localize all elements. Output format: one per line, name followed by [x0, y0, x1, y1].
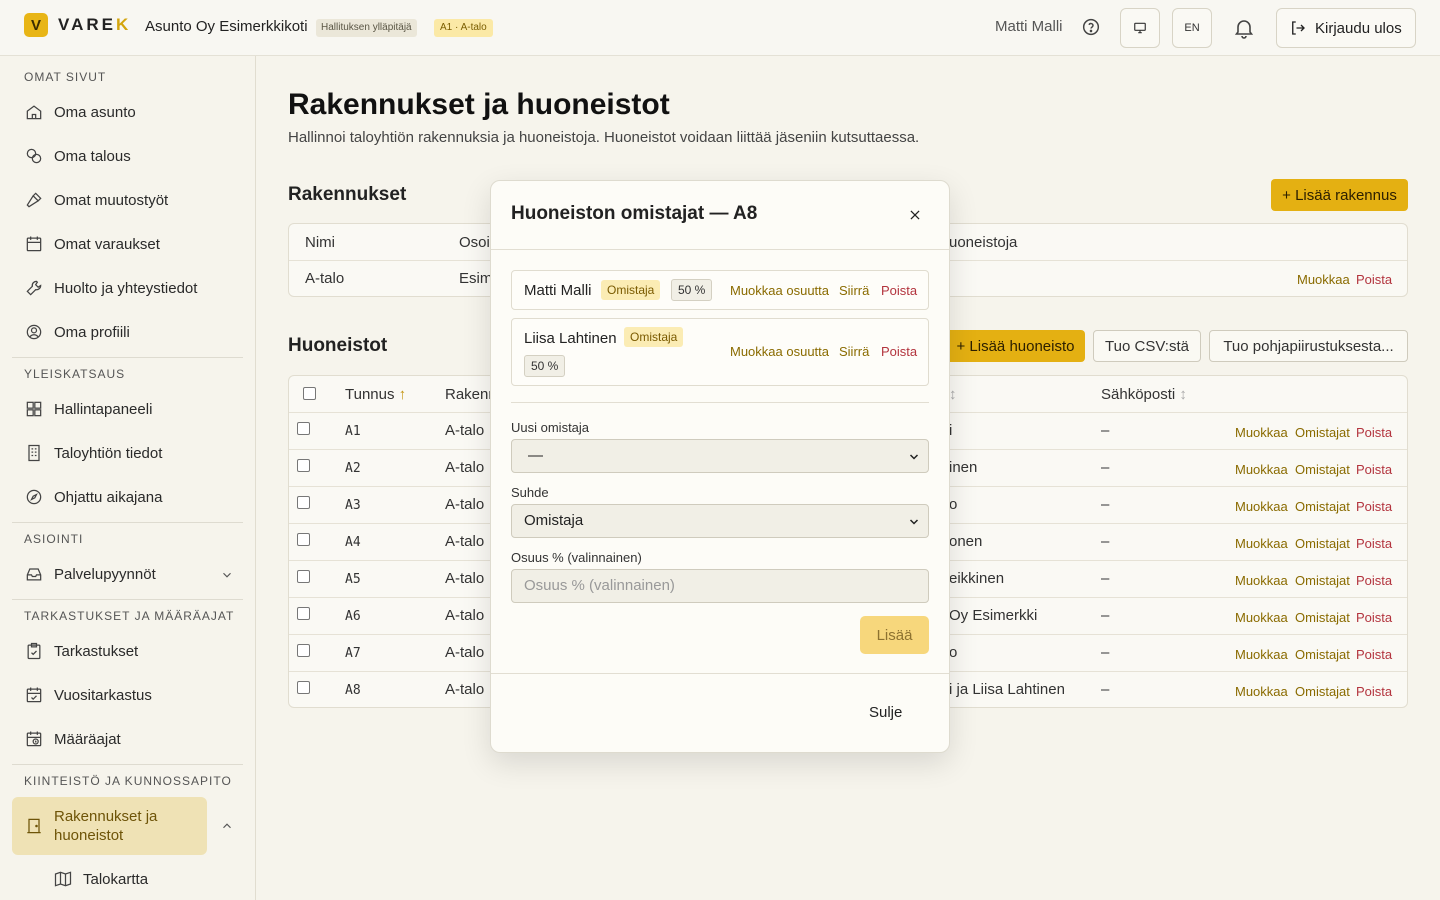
edit-share-link[interactable]: Muokkaa osuutta	[730, 344, 829, 359]
owner-role-badge: Omistaja	[624, 327, 684, 347]
divider	[491, 673, 949, 674]
new-owner-select[interactable]: —	[511, 439, 929, 473]
remove-owner-link[interactable]: Poista	[881, 283, 917, 298]
close-button[interactable]: Sulje	[869, 704, 902, 721]
remove-owner-link[interactable]: Poista	[881, 344, 917, 359]
close-icon[interactable]	[903, 203, 927, 227]
owner-share-badge: 50 %	[524, 355, 566, 377]
divider	[511, 402, 929, 403]
new-owner-label: Uusi omistaja	[511, 420, 590, 435]
selected-value: —	[528, 447, 543, 464]
owner-name: Liisa Lahtinen	[524, 330, 617, 347]
owner-share-badge: 50 %	[671, 279, 713, 301]
selected-value: Omistaja	[524, 512, 584, 529]
dialog-title: Huoneiston omistajat — A8	[511, 203, 758, 224]
add-owner-button[interactable]: Lisää	[860, 616, 929, 654]
edit-share-link[interactable]: Muokkaa osuutta	[730, 283, 829, 298]
chevron-down-icon	[909, 519, 919, 525]
move-owner-link[interactable]: Siirrä	[839, 344, 869, 359]
owner-name: Matti Malli	[524, 282, 592, 299]
relation-label: Suhde	[511, 485, 549, 500]
share-input[interactable]: Osuus % (valinnainen)	[511, 569, 929, 603]
owners-dialog: Huoneiston omistajat — A8 Matti Malli Om…	[490, 180, 950, 753]
divider	[491, 249, 949, 250]
chevron-down-icon	[909, 454, 919, 460]
share-label: Osuus % (valinnainen)	[511, 550, 642, 565]
owner-role-badge: Omistaja	[601, 280, 661, 300]
relation-select[interactable]: Omistaja	[511, 504, 929, 538]
owner-row: Liisa Lahtinen Omistaja 50 % Muokkaa osu…	[511, 318, 929, 386]
owner-row: Matti Malli Omistaja 50 % Muokkaa osuutt…	[511, 270, 929, 310]
move-owner-link[interactable]: Siirrä	[839, 283, 869, 298]
